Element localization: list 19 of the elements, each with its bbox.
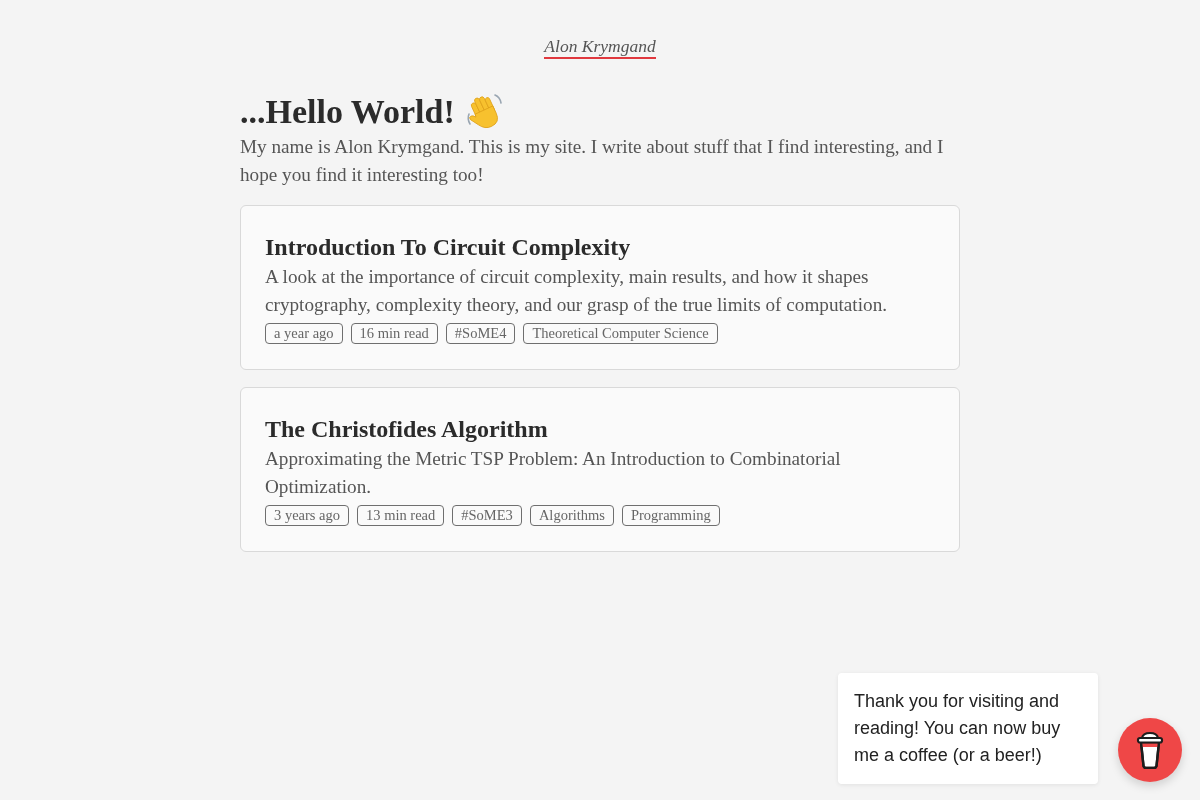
post-title-link[interactable]: Introduction To Circuit Complexity: [265, 231, 631, 263]
support-button[interactable]: [1118, 718, 1182, 782]
post-tag: #SoME3: [452, 505, 522, 527]
post-description: A look at the importance of circuit complexity, main results, and how it shapes cryptography, complexity theory, and our grasp of the true limits of computation.: [265, 265, 889, 317]
support-message: Thank you for visiting and reading! You can now buy me a coffee (or a beer!): [838, 673, 1098, 784]
site-name-link[interactable]: Alon Krymgand: [544, 36, 656, 59]
post-tag: Algorithms: [529, 505, 614, 527]
post-title-link[interactable]: The Christofides Algorithm: [265, 414, 548, 446]
post-tag: 16 min read: [350, 323, 438, 344]
post-tag: Theoretical Computer Science: [523, 323, 718, 344]
post-tag: 13 min read: [357, 505, 445, 527]
post-tag: Programming: [621, 505, 720, 527]
intro-paragraph: My name is Alon Krymgand. This is my site. I write about stuff that I find interesting, and I hope you find it interesting too!: [240, 134, 945, 187]
post-tag: 3 years ago: [265, 505, 350, 527]
coffee-cup-icon: [1136, 731, 1164, 769]
page-heading: ...Hello World!: [240, 92, 455, 132]
post-tag: #SoME4: [445, 323, 516, 344]
post-tag: a year ago: [265, 323, 343, 344]
post-description: Approximating the Metric TSP Problem: An Introduction to Combinatorial Optimization.: [265, 447, 842, 500]
